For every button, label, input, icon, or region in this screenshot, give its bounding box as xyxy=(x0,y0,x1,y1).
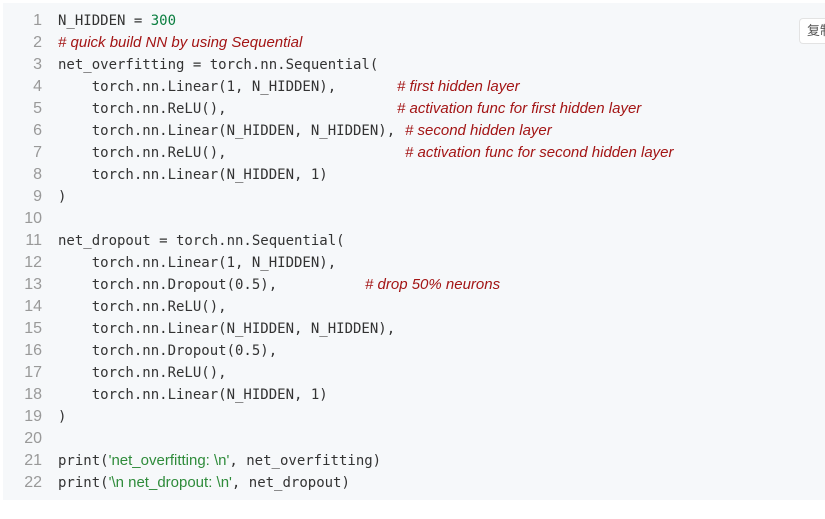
code-text: torch.nn.ReLU(), xyxy=(58,362,227,384)
code-line: 4 torch.nn.Linear(1, N_HIDDEN), # first h… xyxy=(3,76,823,98)
code-line: 12 torch.nn.Linear(1, N_HIDDEN), xyxy=(3,252,823,274)
code-segment: torch.nn.Linear(N_HIDDEN, 1) xyxy=(58,387,328,403)
code-block: 1 N_HIDDEN = 300 2 # quick build NN by usin… xyxy=(3,3,825,500)
code-text: ) xyxy=(58,186,66,208)
code-segment: torch.nn.Linear(1, N_HIDDEN), xyxy=(58,79,337,95)
code-line: 17 torch.nn.ReLU(), xyxy=(3,362,823,384)
line-number: 2 xyxy=(33,34,42,51)
code-line: 8 torch.nn.Linear(N_HIDDEN, 1) xyxy=(3,164,823,186)
code-text: print('\n net_dropout: \n', net_dropout) xyxy=(58,472,350,494)
line-number: 8 xyxy=(33,166,42,183)
code-comment: # quick build NN by using Sequential xyxy=(58,34,303,51)
code-segment: torch.nn.Linear(N_HIDDEN, N_HIDDEN), xyxy=(58,321,396,337)
number-literal: 300 xyxy=(150,13,177,29)
code-line: 15 torch.nn.Linear(N_HIDDEN, N_HIDDEN), xyxy=(3,318,823,340)
code-text: torch.nn.Linear(1, N_HIDDEN), xyxy=(58,252,336,274)
code-text: print('net_overfitting: \n', net_overfit… xyxy=(58,450,381,472)
code-segment: print( xyxy=(58,453,109,469)
line-number: 12 xyxy=(24,254,42,271)
code-line: 11 net_dropout = torch.nn.Sequential( xyxy=(3,230,823,252)
code-line: 6 torch.nn.Linear(N_HIDDEN, N_HIDDEN), # … xyxy=(3,120,823,142)
code-line: 14 torch.nn.ReLU(), xyxy=(3,296,823,318)
line-number: 18 xyxy=(24,386,42,403)
code-text: torch.nn.Linear(N_HIDDEN, 1) xyxy=(58,164,328,186)
line-number: 22 xyxy=(24,474,42,491)
code-comment: # activation func for second hidden laye… xyxy=(405,144,674,161)
code-segment: torch.nn.ReLU(), xyxy=(58,299,227,315)
code-segment: ) xyxy=(58,189,67,205)
line-number: 17 xyxy=(24,364,42,381)
code-line: 3 net_overfitting = torch.nn.Sequential( xyxy=(3,54,823,76)
code-segment: torch.nn.Linear(1, N_HIDDEN), xyxy=(58,255,337,271)
code-segment: net_dropout = torch.nn.Sequential( xyxy=(58,233,345,249)
code-text: torch.nn.Dropout(0.5), xyxy=(58,340,277,362)
code-comment: # second hidden layer xyxy=(405,122,552,139)
string-literal: '\n net_dropout: \n' xyxy=(108,474,232,491)
code-text: torch.nn.Dropout(0.5), xyxy=(58,274,277,296)
code-text: torch.nn.Linear(N_HIDDEN, N_HIDDEN), xyxy=(58,318,395,340)
code-line: 22 print('\n net_dropout: \n', net_dropou… xyxy=(3,472,823,494)
code-text: torch.nn.Linear(N_HIDDEN, 1) xyxy=(58,384,328,406)
code-line: 5 torch.nn.ReLU(), # activation func for … xyxy=(3,98,823,120)
line-number: 16 xyxy=(24,342,42,359)
code-line: 1 N_HIDDEN = 300 xyxy=(3,10,823,32)
code-text: torch.nn.ReLU(), xyxy=(58,142,227,164)
code-segment: torch.nn.ReLU(), xyxy=(58,145,227,161)
line-number: 20 xyxy=(24,430,42,447)
line-number: 11 xyxy=(25,232,42,249)
line-number: 9 xyxy=(33,188,42,205)
code-segment: torch.nn.ReLU(), xyxy=(58,365,227,381)
line-number: 13 xyxy=(24,276,42,293)
code-segment: N_HIDDEN = xyxy=(58,13,151,29)
code-segment: torch.nn.ReLU(), xyxy=(58,101,227,117)
line-number: 7 xyxy=(33,144,42,161)
line-number: 4 xyxy=(33,78,42,95)
line-number: 6 xyxy=(33,122,42,139)
line-number: 14 xyxy=(24,298,42,315)
code-segment: torch.nn.Linear(N_HIDDEN, 1) xyxy=(58,167,328,183)
line-number: 1 xyxy=(33,12,42,29)
line-number: 15 xyxy=(24,320,42,337)
code-line: 16 torch.nn.Dropout(0.5), xyxy=(3,340,823,362)
line-number: 5 xyxy=(33,100,42,117)
string-literal: 'net_overfitting: \n' xyxy=(108,452,230,469)
code-segment: net_overfitting = torch.nn.Sequential( xyxy=(58,57,379,73)
code-segment: print( xyxy=(58,475,109,491)
code-line: 9) xyxy=(3,186,823,208)
code-line: 13 torch.nn.Dropout(0.5), # drop 50% neur… xyxy=(3,274,823,296)
code-line: 2 # quick build NN by using Sequential xyxy=(3,32,823,54)
code-segment: , net_overfitting) xyxy=(229,453,382,469)
code-segment: , net_dropout) xyxy=(231,475,350,491)
code-line: 18 torch.nn.Linear(N_HIDDEN, 1) xyxy=(3,384,823,406)
code-segment: torch.nn.Dropout(0.5), xyxy=(58,343,278,359)
code-text: torch.nn.ReLU(), xyxy=(58,296,227,318)
code-text: torch.nn.ReLU(), xyxy=(58,98,227,120)
code-text: N_HIDDEN = 300 xyxy=(58,10,176,32)
code-comment: # drop 50% neurons xyxy=(365,276,501,293)
code-line: 10 xyxy=(3,208,823,230)
code-line: 19) xyxy=(3,406,823,428)
code-segment: torch.nn.Linear(N_HIDDEN, N_HIDDEN), xyxy=(58,123,396,139)
line-number: 3 xyxy=(33,56,42,73)
code-text: ) xyxy=(58,406,66,428)
code-segment: torch.nn.Dropout(0.5), xyxy=(58,277,278,293)
code-line: 7 torch.nn.ReLU(), # activation func for … xyxy=(3,142,823,164)
line-number: 19 xyxy=(24,408,42,425)
code-comment: # activation func for first hidden layer xyxy=(397,100,642,117)
code-text: torch.nn.Linear(1, N_HIDDEN), xyxy=(58,76,336,98)
code-comment: # first hidden layer xyxy=(397,78,520,95)
code-text: net_dropout = torch.nn.Sequential( xyxy=(58,230,345,252)
code-line: 21 print('net_overfitting: \n', net_overf… xyxy=(3,450,823,472)
copy-button[interactable]: 复制 xyxy=(799,18,825,44)
code-text: torch.nn.Linear(N_HIDDEN, N_HIDDEN), xyxy=(58,120,395,142)
code-line: 20 xyxy=(3,428,823,450)
line-number: 21 xyxy=(24,452,42,469)
code-segment: ) xyxy=(58,409,67,425)
code-text: net_overfitting = torch.nn.Sequential( xyxy=(58,54,378,76)
line-number: 10 xyxy=(24,210,42,227)
